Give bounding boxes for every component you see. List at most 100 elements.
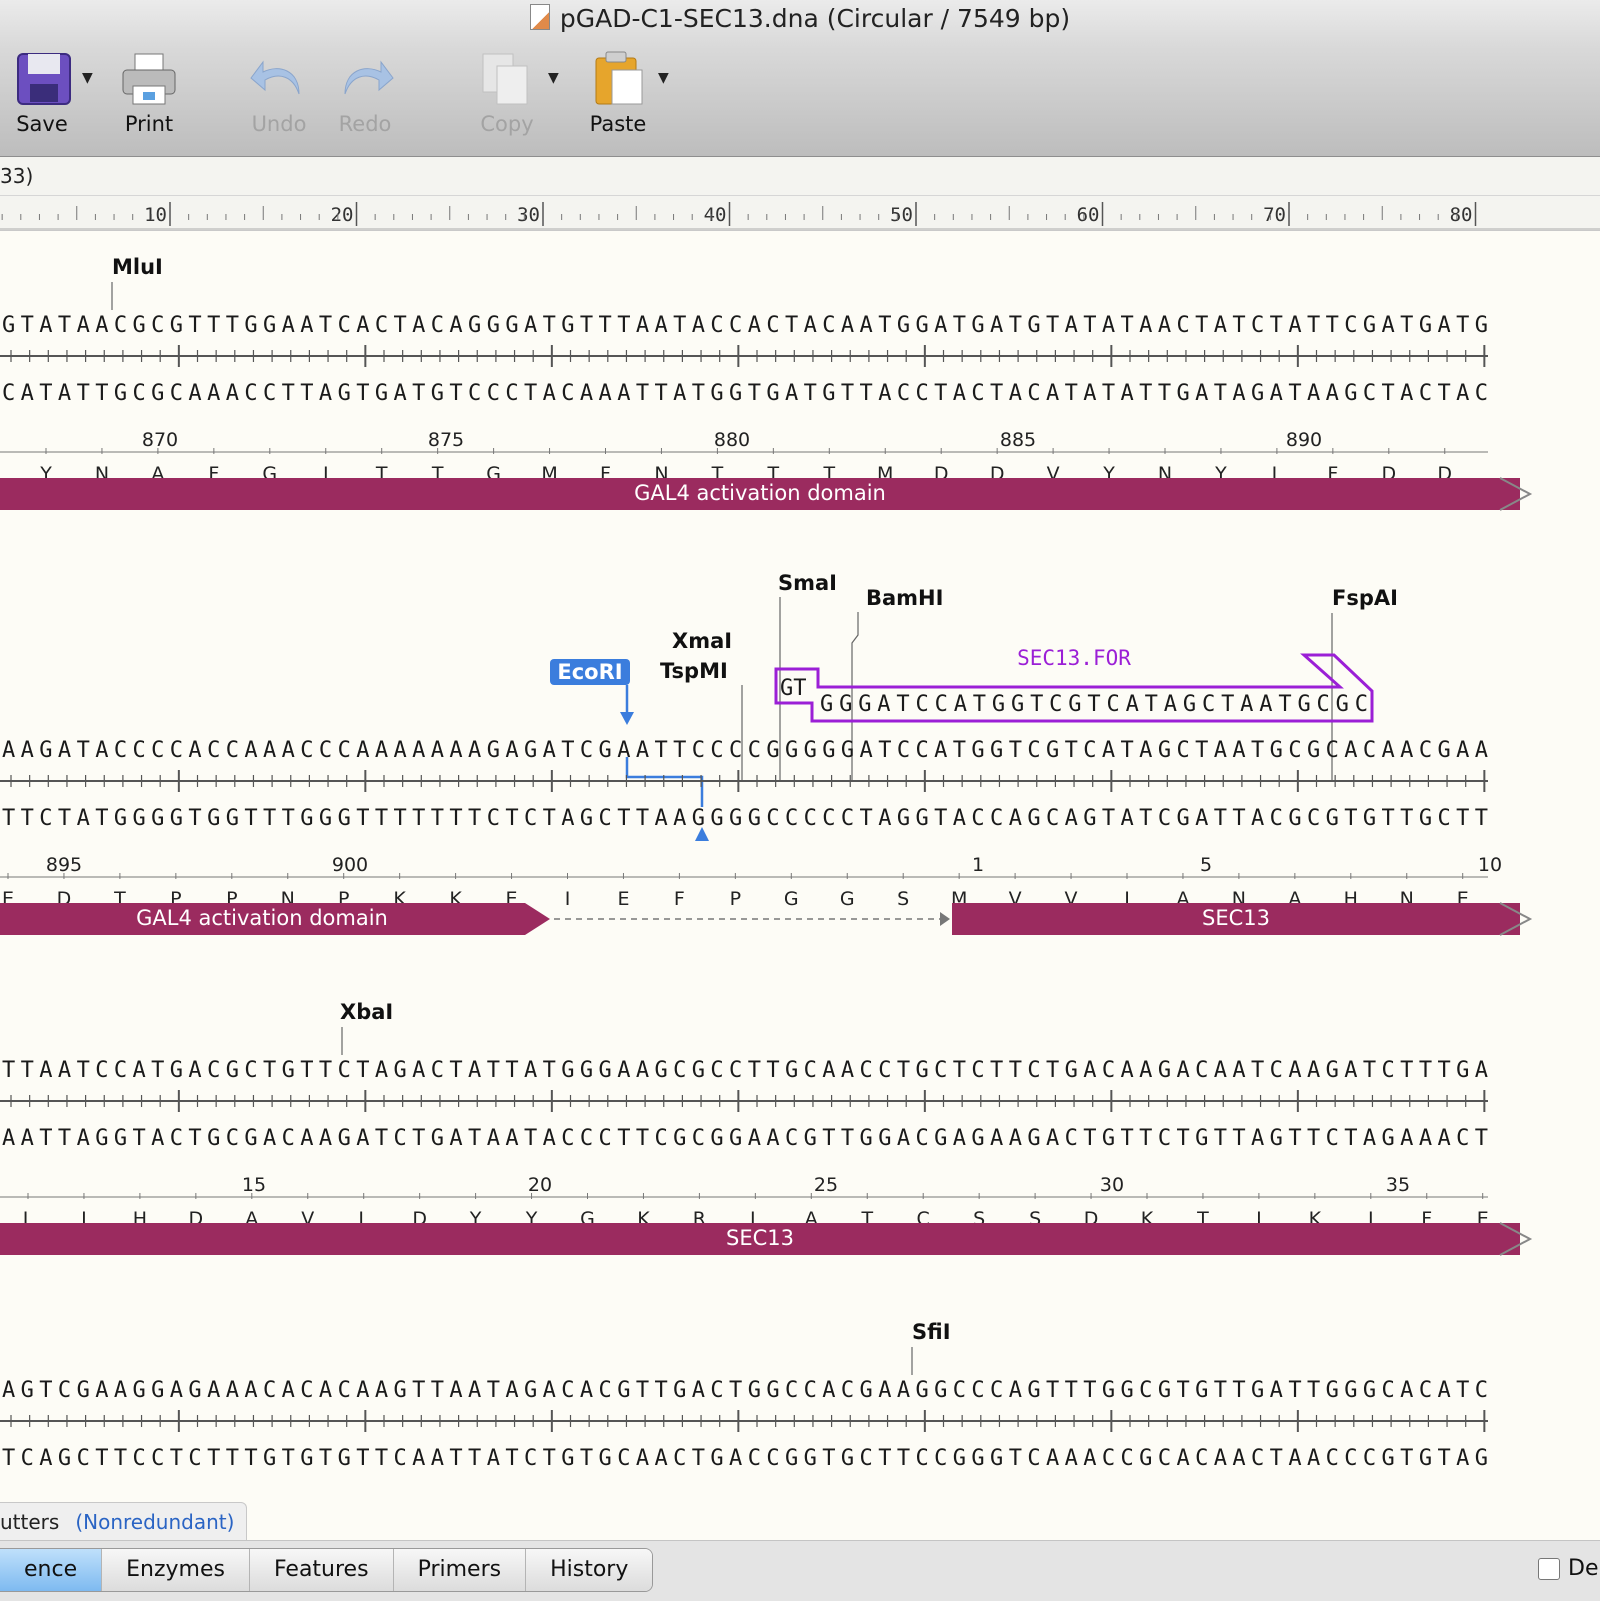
redo-label: Redo [338, 112, 392, 136]
aa-number: 1 [972, 854, 984, 876]
aa-number: 20 [528, 1174, 552, 1196]
info-bar-text: 33) [0, 164, 34, 188]
paste-dropdown-arrow[interactable]: ▼ [658, 70, 669, 86]
tab-history[interactable]: History [526, 1549, 653, 1591]
sequence-view[interactable]: MluI GTATAACGCGTTTGGAATCACTACAGGGATGTTTAA… [0, 232, 1600, 1514]
restriction-site-label[interactable]: XbaI [340, 1000, 393, 1024]
ruler-label: 30 [517, 204, 540, 226]
nonredundant-link[interactable]: (Nonredundant) [75, 1510, 234, 1534]
amino-acid: S [897, 888, 909, 910]
feature-label: SEC13 [1202, 906, 1270, 930]
bottom-strand[interactable]: AATTAGGTACTGCGACAAGATCTGATAATACCCTTCGCGG… [2, 1126, 1488, 1151]
save-icon [17, 53, 71, 105]
aa-number: 35 [1386, 1174, 1410, 1196]
ruler-label: 60 [1077, 204, 1100, 226]
restriction-site-label[interactable]: BamHI [866, 586, 943, 610]
redo-icon [344, 60, 394, 95]
aa-number: 875 [428, 429, 464, 451]
top-strand[interactable]: AGTCGAAGGAGAAACACACAAGTTAATAGACACGTTGACT… [2, 1378, 1488, 1403]
tab-primers[interactable]: Primers [393, 1549, 527, 1591]
bottom-strand[interactable]: TTCTATGGGGTGGTTTGGGTTTTTTTCTCTAGCTTAAGGG… [2, 806, 1488, 831]
undo-button[interactable]: Undo [248, 48, 310, 136]
detach-checkbox[interactable]: De [1538, 1556, 1598, 1581]
bottom-strand[interactable]: CATATTGCGCAAACCTTAGTGATGTCCCTACAAATTATGG… [2, 381, 1488, 406]
position-ruler: 10 20 30 40 50 60 70 80 [0, 196, 1600, 231]
bottom-strand[interactable]: TCAGCTTCCTCTTTGTGTGTTCAATTATCTGTGCAACTGA… [2, 1446, 1488, 1471]
primer-name[interactable]: SEC13.FOR [1017, 646, 1131, 670]
aa-number: 900 [332, 854, 368, 876]
ruler-label: 50 [890, 204, 913, 226]
restriction-site-label: EcoRI [557, 660, 622, 684]
restriction-site-label[interactable]: MluI [112, 255, 163, 279]
aa-number: 895 [46, 854, 82, 876]
amino-acid: I [565, 888, 571, 910]
view-tabs: ence Enzymes Features Primers History [0, 1548, 654, 1592]
info-bar: 33) [0, 157, 1600, 196]
sequence-block-3: XbaI TTAATCCATGACGCTGTTCTAGACTATTATGGGAAG… [0, 1000, 1533, 1256]
linker-arrow-icon [940, 912, 950, 926]
sequence-block-4: SfiI AGTCGAAGGAGAAACACACAAGTTAATAGACACGTT… [0, 1320, 1488, 1471]
amino-acid: P [730, 888, 741, 910]
aa-number: 890 [1286, 429, 1322, 451]
restriction-site-label[interactable]: SmaI [778, 571, 837, 595]
restriction-site-label[interactable]: TspMI [660, 659, 728, 683]
ruler-graphic: 10 20 30 40 50 60 70 80 [0, 202, 1600, 230]
amino-acid: G [784, 888, 799, 910]
tab-features[interactable]: Features [249, 1549, 394, 1591]
sequence-map[interactable]: MluI GTATAACGCGTTTGGAATCACTACAGGGATGTTTAA… [0, 232, 1600, 1514]
aa-number: 25 [814, 1174, 838, 1196]
feature-label: SEC13 [726, 1226, 794, 1250]
save-label: Save [16, 112, 68, 136]
checkbox-icon [1538, 1557, 1560, 1580]
top-strand[interactable]: AAGATACCCCACCAAACCCAAAAAAAGAGATCGAATTCCC… [2, 738, 1488, 763]
aa-number: 30 [1100, 1174, 1124, 1196]
print-button[interactable]: Print [118, 48, 180, 136]
primer-tail: GT [780, 676, 807, 701]
sequence-block-2: SmaI BamHI FspAI XmaI TspMI EcoRI SEC13.FOR GT G… [0, 571, 1533, 936]
copy-dropdown-arrow[interactable]: ▼ [548, 70, 559, 86]
window-toolbar: pGAD-C1-SEC13.dna (Circular / 7549 bp) S… [0, 0, 1600, 157]
printer-icon [122, 53, 176, 105]
feature-label: GAL4 activation domain [634, 481, 886, 505]
ruler-label: 40 [704, 204, 727, 226]
cutters-label: utters [0, 1510, 60, 1534]
paste-label: Paste [589, 112, 647, 136]
ruler-label: 20 [331, 204, 354, 226]
feature-label: GAL4 activation domain [136, 906, 388, 930]
aa-number: 870 [142, 429, 178, 451]
redo-button[interactable]: Redo [334, 48, 396, 136]
window-title: pGAD-C1-SEC13.dna (Circular / 7549 bp) [0, 4, 1600, 33]
copy-button[interactable]: Copy [476, 48, 538, 136]
amino-acid: E [617, 888, 629, 910]
copy-label: Copy [480, 112, 534, 136]
sequence-block-1: MluI GTATAACGCGTTTGGAATCACTACAGGGATGTTTAA… [0, 255, 1533, 511]
copy-icon [482, 53, 528, 105]
top-strand[interactable]: GTATAACGCGTTTGGAATCACTACAGGGATGTTTAATACC… [2, 313, 1488, 338]
aa-number: 5 [1200, 854, 1212, 876]
tab-enzymes[interactable]: Enzymes [102, 1549, 250, 1591]
save-button[interactable]: Save [14, 48, 71, 136]
restriction-site-label[interactable]: XmaI [672, 629, 732, 653]
window-title-text: pGAD-C1-SEC13.dna (Circular / 7549 bp) [559, 4, 1071, 33]
undo-icon [250, 60, 300, 95]
ruler-label: 80 [1450, 204, 1473, 226]
aa-number: 885 [1000, 429, 1036, 451]
primer-sequence: GGGATCCATGGTCGTCATAGCTAATGCGC [820, 692, 1368, 717]
amino-acid: G [840, 888, 855, 910]
tab-sequence[interactable]: ence [0, 1549, 103, 1591]
save-dropdown-arrow[interactable]: ▼ [82, 70, 93, 86]
aa-number: 15 [242, 1174, 266, 1196]
paste-button[interactable]: Paste [584, 48, 652, 136]
aa-number: 10 [1478, 854, 1502, 876]
top-strand[interactable]: TTAATCCATGACGCTGTTCTAGACTATTATGGGAAGCGCC… [2, 1058, 1488, 1083]
undo-label: Undo [251, 112, 307, 136]
ruler-label: 10 [144, 204, 167, 226]
enzyme-set-bar[interactable]: utters (Nonredundant) [0, 1502, 247, 1542]
print-label: Print [124, 112, 174, 136]
amino-acid: F [674, 888, 685, 910]
aa-number: 880 [714, 429, 750, 451]
cut-arrow-down-icon [620, 712, 634, 725]
ruler-label: 70 [1263, 204, 1286, 226]
restriction-site-label[interactable]: SfiI [912, 1320, 951, 1344]
restriction-site-label[interactable]: FspAI [1332, 586, 1398, 610]
